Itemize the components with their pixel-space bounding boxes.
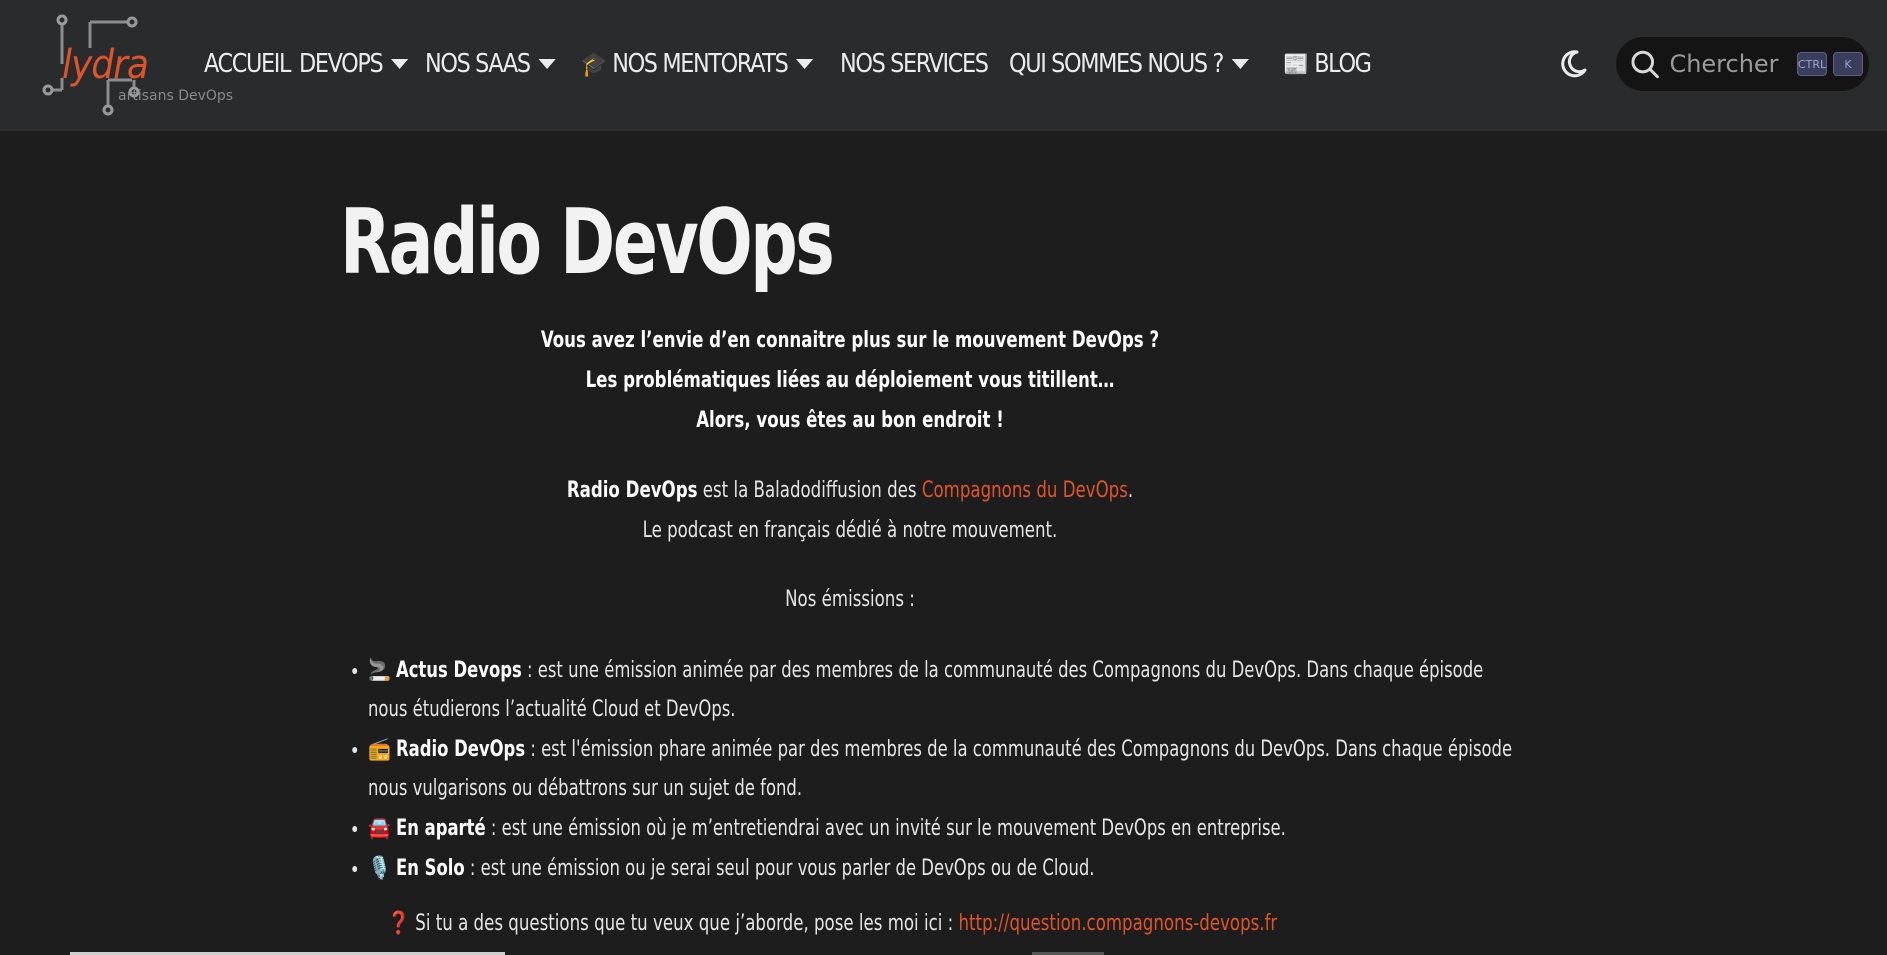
newspaper-icon: 📰 [1282,50,1309,78]
chevron-down-icon [1231,59,1249,69]
nav-item-nos-saas[interactable]: NOS SAAS [424,49,556,79]
emission-title: En Solo [395,856,465,881]
kbd-k: K [1833,52,1863,76]
compagnons-link[interactable]: Compagnons du DevOps [922,478,1128,503]
emission-text: : est l'émission phare animée par des me… [368,737,1513,801]
emission-text: : est une émission animée par des membre… [368,658,1484,722]
search-icon [1631,50,1659,79]
moon-icon[interactable] [1557,48,1589,80]
intro-paragraph: Vous avez l’envie d’en connaitre plus su… [0,321,1700,441]
emissions-label: Nos émissions : [785,587,915,612]
emission-title: Actus Devops [395,658,522,683]
search-placeholder: Chercher [1669,50,1779,78]
nav-item-label: NOS SERVICES [839,49,989,79]
chevron-down-icon [390,59,409,69]
car-icon: 🚘 [368,816,391,841]
page-title: Radio DevOps [340,190,835,295]
main-nav: ACCUEIL DEVOPS NOS SAAS 🎓 NOS MENTORATS … [204,40,1385,88]
search-button[interactable]: Chercher CTRL K [1615,36,1870,92]
kbd-ctrl: CTRL [1797,52,1827,76]
nav-item-label: BLOG [1314,49,1372,79]
radio-text: est la Baladodiffusion des [697,478,922,503]
nav-item-blog[interactable]: 📰 BLOG [1282,49,1372,79]
podcast-line: Le podcast en français dédié à notre mou… [642,518,1058,543]
nav-item-label: ACCUEIL [204,49,291,79]
nav-item-label: DEVOPS [299,49,384,79]
radio-description: Radio DevOps est la Baladodiffusion des … [0,471,1700,551]
graduation-cap-icon: 🎓 [580,50,607,78]
nav-item-nos-mentorats[interactable]: 🎓 NOS MENTORATS [581,49,813,79]
list-item: 🚘 En aparté : est une émission où je m’e… [368,809,1522,848]
emissions-heading: Nos émissions : [0,580,1700,620]
emission-title: Radio DevOps [395,737,526,762]
logo-subtitle: artisans DevOps [118,88,234,104]
question-text: Si tu a des questions que tu veux que j’… [410,911,959,936]
nav-item-devops[interactable]: DEVOPS [299,49,409,79]
question-line: ❓ Si tu a des questions que tu veux que … [387,911,1277,936]
list-item: 🚬 Actus Devops : est une émission animée… [368,651,1522,729]
logo-wordmark: lydra [62,42,149,88]
intro-line: Les problématiques liées au déploiement … [585,368,1115,393]
top-navbar: lydra artisans DevOps ACCUEIL DEVOPS NOS… [0,0,1887,131]
cigarette-icon: 🚬 [368,658,391,683]
emissions-list: 🚬 Actus Devops : est une émission animée… [368,651,1568,889]
nav-item-label: QUI SOMMES NOUS ? [1009,49,1224,79]
nav-item-label: NOS SAAS [424,49,531,79]
chevron-down-icon [795,59,813,69]
emission-title: En aparté [395,816,486,841]
microphone-icon: 🎙️ [368,856,391,881]
radio-devops-bold: Radio DevOps [566,478,698,503]
question-link[interactable]: http://question.compagnons-devops.fr [959,911,1278,936]
nav-item-accueil[interactable]: ACCUEIL [204,49,291,79]
radio-icon: 📻 [368,737,391,762]
question-mark-icon: ❓ [387,911,411,936]
intro-line: Vous avez l’envie d’en connaitre plus su… [540,328,1160,353]
emission-text: : est une émission ou je serai seul pour… [464,856,1095,881]
main-content: Radio DevOps Vous avez l’envie d’en conn… [0,131,1887,955]
emission-text: : est une émission où je m’entretiendrai… [485,816,1286,841]
list-item: 🎙️ En Solo : est une émission ou je sera… [368,849,1522,888]
radio-description-line: Radio DevOps est la Baladodiffusion des … [136,471,1564,511]
nav-item-label: NOS MENTORATS [611,49,789,79]
intro-line: Alors, vous êtes au bon endroit ! [696,408,1004,433]
nav-item-nos-services[interactable]: NOS SERVICES [839,49,989,79]
list-item: 📻 Radio DevOps : est l'émission phare an… [368,730,1522,808]
radio-end: . [1127,478,1134,503]
lydra-logo[interactable]: lydra artisans DevOps [40,14,233,118]
chevron-down-icon [538,59,556,69]
nav-item-qui-sommes-nous[interactable]: QUI SOMMES NOUS ? [1009,49,1249,79]
